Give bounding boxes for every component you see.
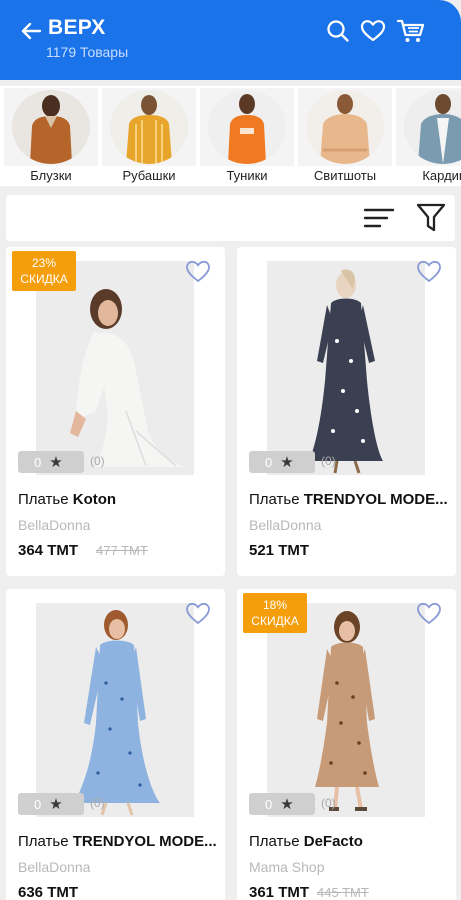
category-thumbnail: [110, 90, 188, 164]
category-label: Кардиг: [422, 168, 461, 183]
sort-button[interactable]: [363, 205, 395, 231]
star-icon: ★: [280, 796, 294, 813]
product-name[interactable]: Платье Koton: [18, 491, 218, 508]
rating-value: 0: [34, 796, 42, 812]
product-price: 521 TMT: [249, 542, 310, 559]
product-image[interactable]: 0 ★ (0): [6, 589, 225, 817]
product-card[interactable]: 23% СКИДКА 0 ★ (0) Платье Koton BellaDon…: [6, 247, 225, 576]
heart-outline-icon: [417, 602, 441, 625]
favorite-button[interactable]: [416, 259, 442, 285]
seller-name: BellaDonna: [18, 517, 91, 533]
category-label: Свитшоты: [313, 168, 377, 183]
discount-label: СКИДКА: [251, 614, 299, 628]
rating-badge: 0 ★: [249, 451, 315, 473]
page-title: ВЕРХ: [48, 16, 106, 39]
seller-name: Mama Shop: [249, 859, 325, 875]
product-image[interactable]: 18% СКИДКА 0 ★ (0): [237, 589, 456, 817]
category-item[interactable]: Блузки: [2, 88, 100, 184]
product-name[interactable]: Платье TRENDYOL MODE...: [249, 491, 449, 508]
category-label: Блузки: [30, 168, 72, 183]
category-item[interactable]: Рубашки: [100, 88, 198, 184]
rating-value: 0: [265, 796, 273, 812]
review-count: (0): [321, 454, 336, 468]
rating-badge: 0 ★: [18, 451, 84, 473]
filter-button[interactable]: [416, 202, 446, 234]
product-price: 361 TMT: [249, 884, 310, 900]
product-count: 1179 Товары: [46, 44, 129, 60]
discount-percent: 18%: [262, 598, 288, 612]
discount-badge: 23% СКИДКА: [12, 251, 76, 291]
category-label: Рубашки: [122, 168, 176, 183]
heart-outline-icon: [186, 260, 210, 283]
product-brand: TRENDYOL MODE...: [303, 491, 448, 508]
heart-icon: [360, 20, 386, 42]
seller-name: BellaDonna: [249, 517, 322, 533]
old-price: 445 TMT: [317, 885, 369, 900]
cart-button[interactable]: [396, 16, 426, 46]
favorites-button[interactable]: [358, 16, 388, 46]
favorite-button[interactable]: [416, 601, 442, 627]
product-card[interactable]: 18% СКИДКА 0 ★ (0) Платье DeFacto Mama S…: [237, 589, 456, 900]
product-image[interactable]: 0 ★ (0): [237, 247, 456, 475]
product-card[interactable]: 0 ★ (0) Платье TRENDYOL MODE... BellaDon…: [237, 247, 456, 576]
search-icon: [327, 20, 349, 42]
star-icon: ★: [49, 796, 63, 813]
rating-badge: 0 ★: [18, 793, 84, 815]
category-carousel[interactable]: Блузки Рубашки Туники Свитшоты Кардиг: [0, 86, 461, 186]
product-image[interactable]: 23% СКИДКА 0 ★ (0): [6, 247, 225, 475]
category-label: Туники: [226, 168, 268, 183]
category-thumbnail: [208, 90, 286, 164]
favorite-button[interactable]: [185, 601, 211, 627]
seller-name: BellaDonna: [18, 859, 91, 875]
app-root: ВЕРХ 1179 Товары Блузки Рубашки Туники С…: [0, 0, 461, 900]
category-thumbnail: [306, 90, 384, 164]
sort-icon: [363, 208, 395, 228]
top-app-bar: ВЕРХ 1179 Товары: [0, 0, 461, 80]
review-count: (0): [321, 796, 336, 810]
heart-outline-icon: [186, 602, 210, 625]
discount-badge: 18% СКИДКА: [243, 593, 307, 633]
star-icon: ★: [280, 454, 294, 471]
cart-icon: [396, 19, 425, 42]
category-item[interactable]: Туники: [198, 88, 296, 184]
product-brand: TRENDYOL MODE...: [72, 833, 217, 850]
rating-badge: 0 ★: [249, 793, 315, 815]
review-count: (0): [90, 796, 105, 810]
product-brand: Koton: [72, 491, 117, 508]
review-count: (0): [90, 454, 105, 468]
category-thumbnail: [12, 90, 90, 164]
rating-value: 0: [265, 454, 273, 470]
discount-label: СКИДКА: [20, 272, 68, 286]
star-icon: ★: [49, 454, 63, 471]
sort-filter-bar: [6, 195, 455, 241]
back-button[interactable]: [18, 18, 44, 44]
category-item[interactable]: Кардиг: [394, 88, 461, 184]
heart-outline-icon: [417, 260, 441, 283]
category-item[interactable]: Свитшоты: [296, 88, 394, 184]
old-price: 477 TMT: [96, 543, 148, 558]
rating-value: 0: [34, 454, 42, 470]
search-button[interactable]: [323, 16, 353, 46]
product-price: 636 TMT: [18, 884, 79, 900]
product-card[interactable]: 0 ★ (0) Платье TRENDYOL MODE... BellaDon…: [6, 589, 225, 900]
favorite-button[interactable]: [185, 259, 211, 285]
product-brand: DeFacto: [303, 833, 363, 850]
product-name[interactable]: Платье TRENDYOL MODE...: [18, 833, 218, 850]
filter-icon: [416, 203, 446, 232]
product-price: 364 TMT: [18, 542, 79, 559]
product-name[interactable]: Платье DeFacto: [249, 833, 449, 850]
discount-percent: 23%: [31, 256, 57, 270]
arrow-left-icon: [21, 22, 41, 40]
